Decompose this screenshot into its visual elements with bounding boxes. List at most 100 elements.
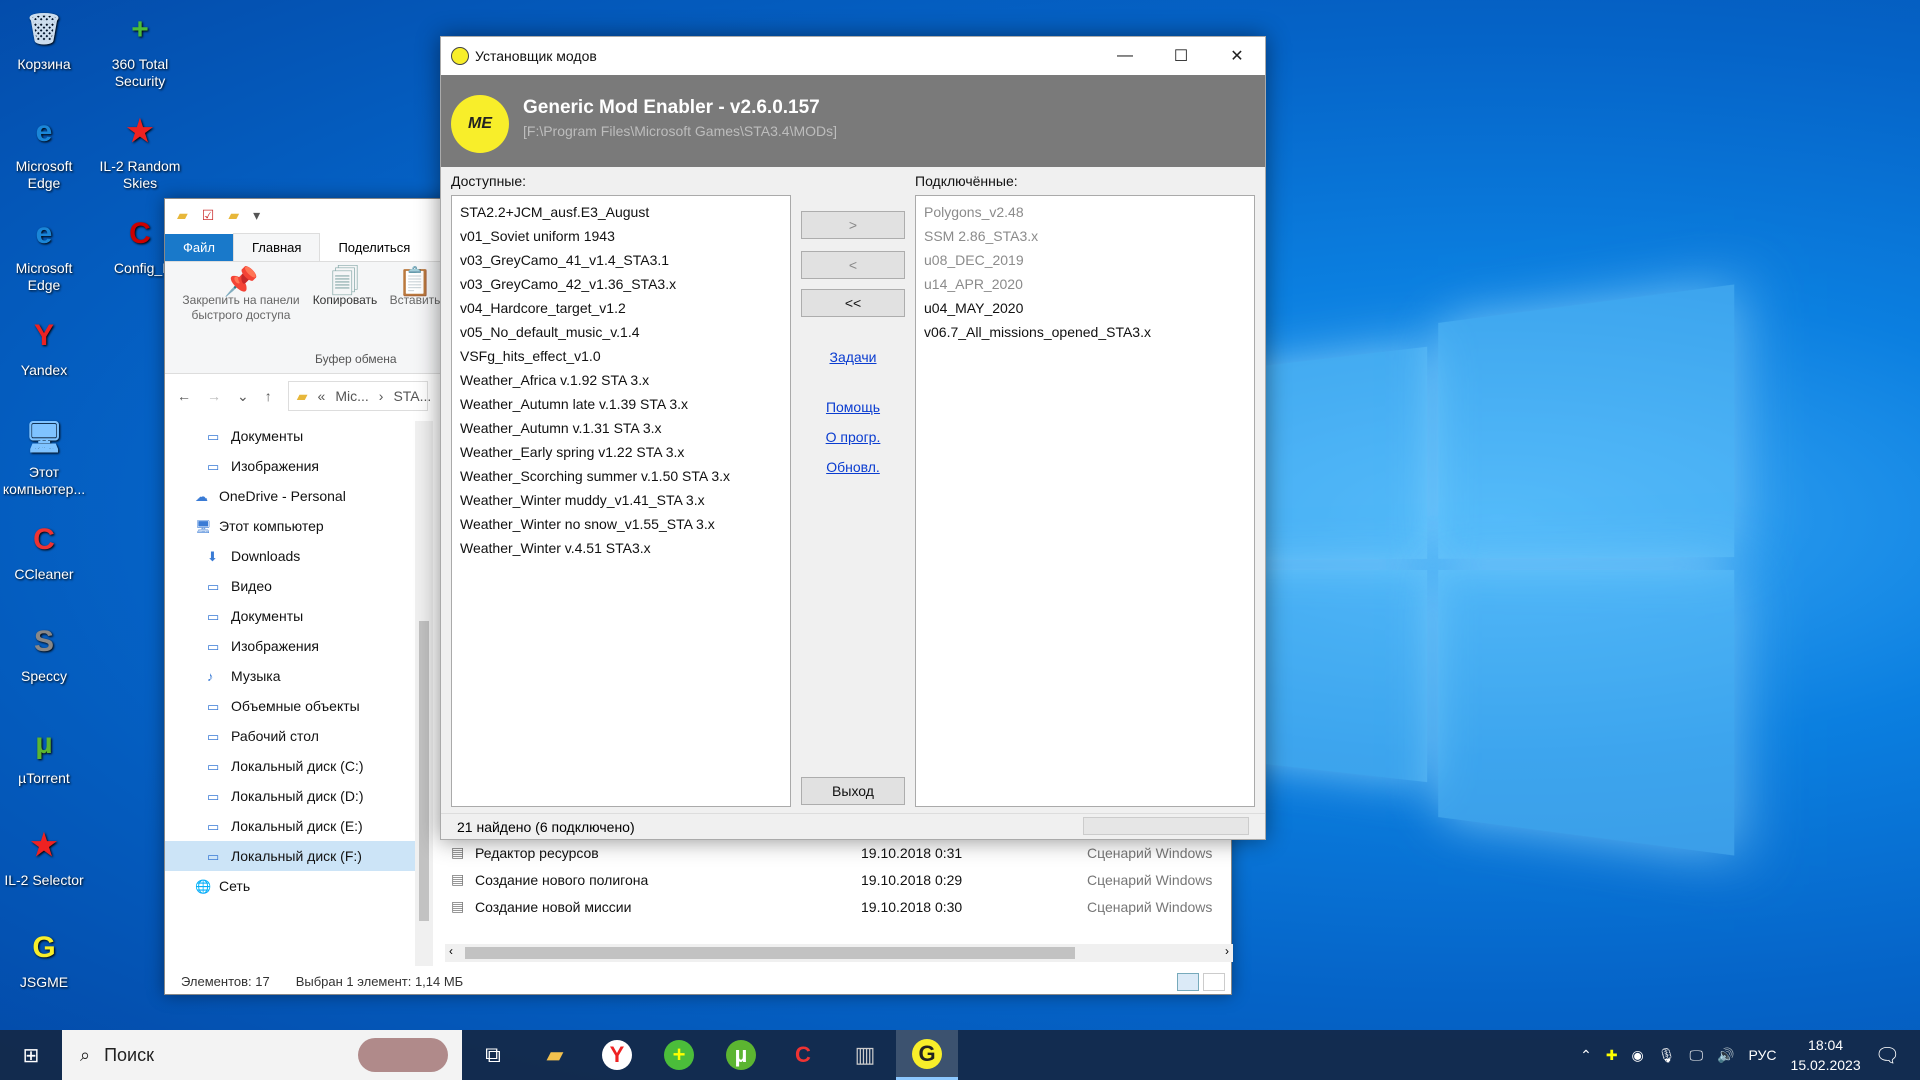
- scroll-thumb[interactable]: [419, 621, 429, 921]
- details-view-icon[interactable]: [1177, 973, 1199, 991]
- chevron-down-icon[interactable]: ▾: [253, 207, 260, 224]
- speccy-taskbar-icon[interactable]: ▥: [834, 1030, 896, 1080]
- enabled-mod-item[interactable]: u08_DEC_2019: [924, 248, 1246, 272]
- chevron-left-icon[interactable]: ‹: [449, 944, 453, 958]
- desktop-icon[interactable]: +360 Total Security: [96, 6, 184, 90]
- utorrent-taskbar-icon[interactable]: µ: [710, 1030, 772, 1080]
- nav-item[interactable]: ▭ Видео: [165, 571, 415, 601]
- available-mod-item[interactable]: Weather_Autumn late v.1.39 STA 3.x: [460, 392, 782, 416]
- nav-item[interactable]: ▭ Локальный диск (C:): [165, 751, 415, 781]
- yandex-taskbar-icon[interactable]: Y: [586, 1030, 648, 1080]
- file-row[interactable]: ▤ Создание нового полигона 19.10.2018 0:29…: [451, 866, 1231, 893]
- search-box[interactable]: ⌕ Поиск: [62, 1030, 462, 1080]
- nav-item[interactable]: ☁ OneDrive - Personal: [165, 481, 415, 511]
- available-mod-item[interactable]: Weather_Winter muddy_v1.41_STA 3.x: [460, 488, 782, 512]
- start-button[interactable]: ⊞: [0, 1030, 62, 1080]
- desktop-icon[interactable]: 🗑 Корзина: [0, 6, 88, 73]
- desktop-icon[interactable]: 🖥 Этот компьютер...: [0, 414, 88, 498]
- file-row[interactable]: ▤ Создание новой миссии 19.10.2018 0:30 Сце…: [451, 893, 1231, 920]
- chevron-down-icon[interactable]: ⌄: [237, 388, 249, 405]
- available-mod-item[interactable]: Weather_Autumn v.1.31 STA 3.x: [460, 416, 782, 440]
- horizontal-scrollbar[interactable]: ‹ ›: [445, 944, 1233, 962]
- webcam-icon[interactable]: ◉: [1632, 1047, 1644, 1064]
- desktop-icon[interactable]: S Speccy: [0, 618, 88, 685]
- tiles-view-icon[interactable]: [1203, 973, 1225, 991]
- enabled-mod-item[interactable]: u14_APR_2020: [924, 272, 1246, 296]
- available-mod-item[interactable]: Weather_Scorching summer v.1.50 STA 3.x: [460, 464, 782, 488]
- 360-security-taskbar-icon[interactable]: +: [648, 1030, 710, 1080]
- task-view-icon[interactable]: ⧉: [462, 1030, 524, 1080]
- nav-item[interactable]: ▭ Локальный диск (D:): [165, 781, 415, 811]
- nav-item[interactable]: ▭ Рабочий стол: [165, 721, 415, 751]
- enabled-mod-item[interactable]: u04_MAY_2020: [924, 296, 1246, 320]
- available-mod-item[interactable]: STA2.2+JCM_ausf.E3_August: [460, 200, 782, 224]
- microphone-icon[interactable]: 🎙: [1658, 1047, 1676, 1064]
- available-mod-item[interactable]: v04_Hardcore_target_v1.2: [460, 296, 782, 320]
- tab-share[interactable]: Поделиться: [320, 234, 428, 261]
- available-mod-item[interactable]: v03_GreyCamo_41_v1.4_STA3.1: [460, 248, 782, 272]
- network-icon[interactable]: 🖵: [1690, 1047, 1704, 1064]
- available-mod-item[interactable]: Weather_Winter v.4.51 STA3.x: [460, 536, 782, 560]
- enabled-mod-item[interactable]: v06.7_All_missions_opened_STA3.x: [924, 320, 1246, 344]
- desktop-icon[interactable]: e Microsoft Edge: [0, 210, 88, 294]
- up-arrow-icon[interactable]: ↑: [265, 388, 272, 404]
- volume-icon[interactable]: 🔊: [1717, 1047, 1734, 1064]
- maximize-icon[interactable]: ☐: [1153, 37, 1209, 75]
- update-link[interactable]: Обновл.: [771, 459, 935, 475]
- chevron-up-icon[interactable]: ⌃: [1580, 1047, 1592, 1064]
- desktop-icon[interactable]: C CCleaner: [0, 516, 88, 583]
- desktop-icon[interactable]: ★ IL-2 Random Skies: [96, 108, 184, 192]
- 360-tray-icon[interactable]: ✚: [1606, 1047, 1618, 1064]
- nav-item[interactable]: ▭ Документы: [165, 601, 415, 631]
- disable-all-button[interactable]: <<: [801, 289, 905, 317]
- available-mod-item[interactable]: VSFg_hits_effect_v1.0: [460, 344, 782, 368]
- nav-item[interactable]: ▭ Изображения: [165, 631, 415, 661]
- close-icon[interactable]: ✕: [1209, 37, 1265, 75]
- breadcrumb-part[interactable]: Mic...: [335, 388, 368, 404]
- nav-item[interactable]: 🌐 Сеть: [165, 871, 415, 901]
- desktop-icon[interactable]: ★ IL-2 Selector: [0, 822, 88, 889]
- breadcrumb[interactable]: ▰ « Mic... › STA...: [288, 381, 428, 411]
- copy-button[interactable]: 🗐 Копировать: [305, 274, 385, 308]
- enabled-mod-item[interactable]: SSM 2.86_STA3.x: [924, 224, 1246, 248]
- nav-item[interactable]: ▭ Локальный диск (E:): [165, 811, 415, 841]
- checkbox-icon[interactable]: ☑: [202, 207, 215, 224]
- nav-item[interactable]: ▭ Локальный диск (F:): [165, 841, 415, 871]
- tasks-link[interactable]: Задачи: [771, 349, 935, 365]
- available-mod-item[interactable]: v01_Soviet uniform 1943: [460, 224, 782, 248]
- enable-button[interactable]: >: [801, 211, 905, 239]
- enabled-mods-list[interactable]: Polygons_v2.48 SSM 2.86_STA3.x u08_DEC_201…: [915, 195, 1255, 807]
- tab-home[interactable]: Главная: [233, 233, 320, 261]
- breadcrumb-part[interactable]: STA...: [393, 388, 431, 404]
- nav-scrollbar[interactable]: [415, 421, 433, 966]
- enabled-mod-item[interactable]: Polygons_v2.48: [924, 200, 1246, 224]
- nav-item[interactable]: ⬇ Downloads: [165, 541, 415, 571]
- nav-item[interactable]: 🖥 Этот компьютер: [165, 511, 415, 541]
- desktop-icon[interactable]: Y Yandex: [0, 312, 88, 379]
- ccleaner-taskbar-icon[interactable]: C: [772, 1030, 834, 1080]
- file-row[interactable]: ▤ Редактор ресурсов 19.10.2018 0:31 Сценари…: [451, 839, 1231, 866]
- nav-item[interactable]: ▭ Документы: [165, 421, 415, 451]
- paste-button[interactable]: 📋 Вставить: [385, 274, 445, 308]
- available-mod-item[interactable]: v03_GreyCamo_42_v1.36_STA3.x: [460, 272, 782, 296]
- file-explorer-taskbar-icon[interactable]: ▰: [524, 1030, 586, 1080]
- available-mod-item[interactable]: Weather_Early spring v1.22 STA 3.x: [460, 440, 782, 464]
- chevron-right-icon[interactable]: ›: [1225, 944, 1229, 958]
- available-mod-item[interactable]: Weather_Winter no snow_v1.55_STA 3.x: [460, 512, 782, 536]
- nav-item[interactable]: ♪ Музыка: [165, 661, 415, 691]
- tab-file[interactable]: Файл: [165, 234, 233, 261]
- minimize-icon[interactable]: —: [1097, 37, 1153, 75]
- forward-arrow-icon[interactable]: →: [207, 388, 221, 404]
- nav-item[interactable]: ▭ Изображения: [165, 451, 415, 481]
- available-mods-list[interactable]: STA2.2+JCM_ausf.E3_August v01_Soviet unif…: [451, 195, 791, 807]
- about-link[interactable]: О прогр.: [771, 429, 935, 445]
- language-indicator[interactable]: РУС: [1748, 1047, 1776, 1063]
- clock[interactable]: 18:04 15.02.2023: [1791, 1035, 1861, 1075]
- desktop-icon[interactable]: e Microsoft Edge: [0, 108, 88, 192]
- available-mod-item[interactable]: v05_No_default_music_v.1.4: [460, 320, 782, 344]
- help-link[interactable]: Помощь: [771, 399, 935, 415]
- notification-icon[interactable]: 🗨: [1875, 1043, 1900, 1068]
- desktop-icon[interactable]: G JSGME: [0, 924, 88, 991]
- pin-button[interactable]: 📌 Закрепить на панели быстрого доступа: [171, 274, 311, 323]
- desktop-icon[interactable]: µ µTorrent: [0, 720, 88, 787]
